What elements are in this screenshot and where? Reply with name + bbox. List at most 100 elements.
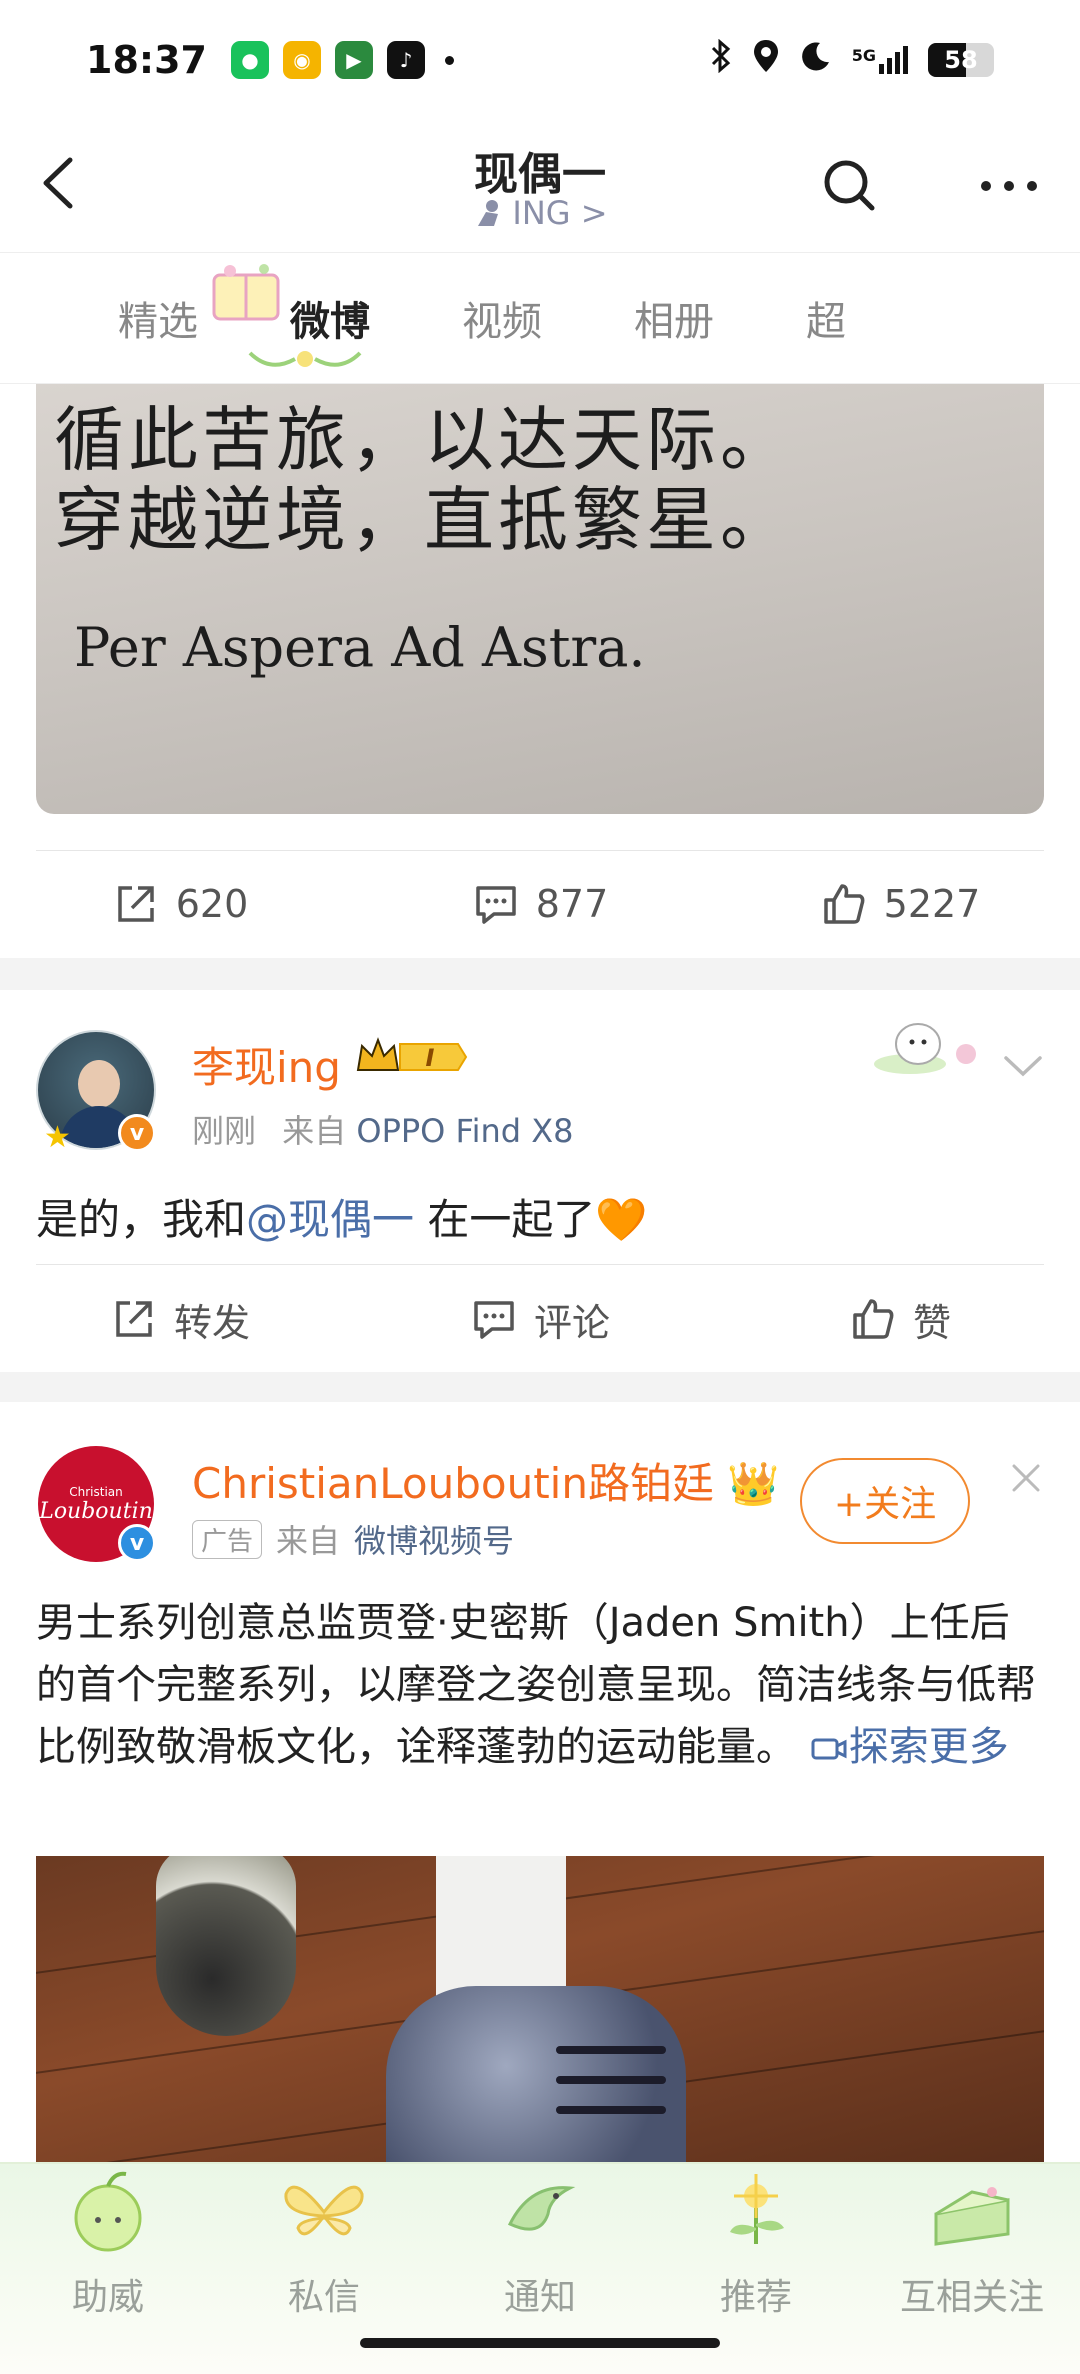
repost-label: 转发 [173, 1300, 250, 1345]
music-app-icon: ♪ [386, 41, 425, 79]
post-actions: 620 877 5227 [0, 852, 1080, 956]
tab-weibo[interactable]: 微博 [212, 264, 370, 367]
video-link-icon [811, 1738, 847, 1760]
divider [36, 850, 1044, 851]
comment-label: 评论 [533, 1300, 610, 1345]
post-author-name[interactable]: 李现ing [192, 1034, 341, 1095]
butterfly-icon [284, 2185, 364, 2236]
signal-icon: 5G [852, 46, 908, 74]
profile-status-text: ING > [512, 194, 608, 232]
bird-icon [507, 2186, 576, 2231]
post-author-name[interactable]: ChristianLouboutin路铂廷 👑 [192, 1450, 780, 1511]
more-button[interactable] [974, 156, 1044, 216]
wechat-icon: ● [230, 41, 269, 79]
post-meta: 广告 来自 微博视频号 [192, 1516, 514, 1562]
status-bar: 18:37 ● ◉ ▶ ♪ 5G 58 [0, 0, 1080, 120]
battery-icon: 58 [928, 43, 994, 77]
ad-tag: 广告 [192, 1519, 263, 1559]
post-actions: 转发 评论 赞 [0, 1266, 1080, 1372]
avatar-brand-text: Christian [69, 1484, 123, 1499]
tab-leaf-decoration-icon [248, 351, 362, 367]
weibo-icon: ◉ [282, 41, 321, 79]
nav-recommend[interactable]: 推荐 [648, 2164, 864, 2334]
tab-featured[interactable]: 精选 [118, 289, 198, 347]
verified-badge-icon: v [118, 1524, 156, 1562]
repost-button[interactable]: 620 [0, 880, 360, 928]
post-card: v ★ 李现ing I 刚刚 来自 OPPO Find X8 是的，我和@现偶一… [0, 990, 1080, 1372]
bluetooth-icon [710, 38, 732, 81]
post-source[interactable]: 微博视频号 [354, 1516, 514, 1562]
vip-crown-badge-icon: I [356, 1037, 468, 1072]
verified-badge-icon: v [118, 1114, 156, 1152]
post-text: 是的，我和@现偶一 在一起了🧡 [36, 1195, 648, 1244]
explore-more-link[interactable]: 探索更多 [809, 1724, 1009, 1770]
page-title: 现偶一 [474, 149, 606, 200]
video-app-icon: ▶ [334, 41, 373, 79]
comment-button[interactable]: 评论 [360, 1292, 720, 1347]
like-count: 5227 [883, 882, 981, 926]
follow-button[interactable]: +关注 [800, 1458, 970, 1544]
tab-video[interactable]: 视频 [462, 289, 542, 347]
tab-weibo-label: 微博 [290, 299, 370, 345]
repost-button[interactable]: 转发 [0, 1292, 360, 1347]
thumbs-up-icon [853, 1299, 894, 1339]
nav-notifications[interactable]: 通知 [432, 2164, 648, 2334]
post-source[interactable]: OPPO Find X8 [356, 1112, 573, 1150]
chevron-down-icon[interactable] [998, 1046, 1048, 1086]
mention-link[interactable]: @现偶一 [246, 1195, 414, 1244]
nav-label: 推荐 [719, 2277, 792, 2318]
comment-icon [475, 886, 516, 924]
ad-video-thumbnail[interactable] [36, 1856, 1044, 2162]
tab-super[interactable]: 超 [806, 289, 846, 347]
moon-icon [800, 40, 832, 80]
card-separator [0, 1372, 1080, 1404]
post-time: 刚刚 [192, 1112, 257, 1150]
status-time: 18:37 [86, 38, 207, 82]
search-button[interactable] [820, 156, 880, 216]
post-image[interactable]: 循此苦旅，以达天际。 穿越逆境，直抵繁星。 Per Aspera Ad Astr… [36, 384, 1044, 814]
post-meta: 刚刚 来自 OPPO Find X8 [192, 1106, 574, 1152]
comment-button[interactable]: 877 [360, 880, 720, 928]
cake-icon [934, 2187, 1010, 2246]
more-icon [981, 181, 1037, 191]
post-source-prefix: 来自 [282, 1112, 347, 1150]
nav-mutual-follow[interactable]: 互相关注 [864, 2164, 1080, 2334]
divider [36, 1264, 1044, 1265]
flower-icon [730, 2174, 784, 2244]
post-card: 循此苦旅，以达天际。 穿越逆境，直抵繁星。 Per Aspera Ad Astr… [0, 384, 1080, 958]
like-label: 赞 [912, 1300, 951, 1345]
ad-post-card: Christian Louboutin v ChristianLouboutin… [0, 1402, 1080, 2162]
nav-label: 助威 [71, 2277, 144, 2318]
comment-icon [474, 1301, 514, 1339]
tab-album[interactable]: 相册 [634, 289, 714, 347]
like-button[interactable]: 5227 [720, 880, 1080, 928]
profile-status-link[interactable]: ING > [0, 194, 1080, 232]
post-text: 男士系列创意总监贾登·史密斯（Jaden Smith）上任后的首个完整系列，以摩… [36, 1600, 1036, 1770]
comment-count: 877 [535, 882, 609, 926]
repost-icon [117, 886, 154, 922]
status-app-icons: ● ◉ ▶ ♪ [230, 41, 454, 79]
nav-messages[interactable]: 私信 [216, 2164, 432, 2334]
thumbs-up-icon [823, 884, 865, 924]
star-icon: ★ [44, 1120, 71, 1155]
location-icon [752, 38, 780, 82]
sticker-dog-icon [874, 1023, 976, 1074]
image-text-line: Per Aspera Ad Astra. [74, 616, 646, 679]
profile-header: 现偶一 ING > [0, 120, 1080, 252]
more-notifications-icon [444, 55, 454, 65]
search-icon [824, 160, 875, 211]
like-button[interactable]: 赞 [720, 1292, 1080, 1347]
close-icon[interactable] [1006, 1458, 1046, 1498]
card-separator [0, 958, 1080, 990]
repost-icon [116, 1301, 152, 1337]
nav-label: 私信 [287, 2277, 360, 2318]
nav-label: 通知 [503, 2277, 576, 2318]
image-text-line: 穿越逆境，直抵繁星。 [54, 479, 794, 561]
tab-book-decoration-icon [212, 264, 280, 321]
svg-text:I: I [426, 1044, 435, 1072]
home-indicator[interactable] [360, 2338, 720, 2348]
avatar-brand-script: Louboutin [39, 1498, 153, 1524]
profile-tabs: 精选 微博 视频 相册 超 [0, 252, 1080, 384]
nav-cheer[interactable]: 助威 [0, 2164, 216, 2334]
post-source-prefix: 来自 [276, 1522, 341, 1560]
